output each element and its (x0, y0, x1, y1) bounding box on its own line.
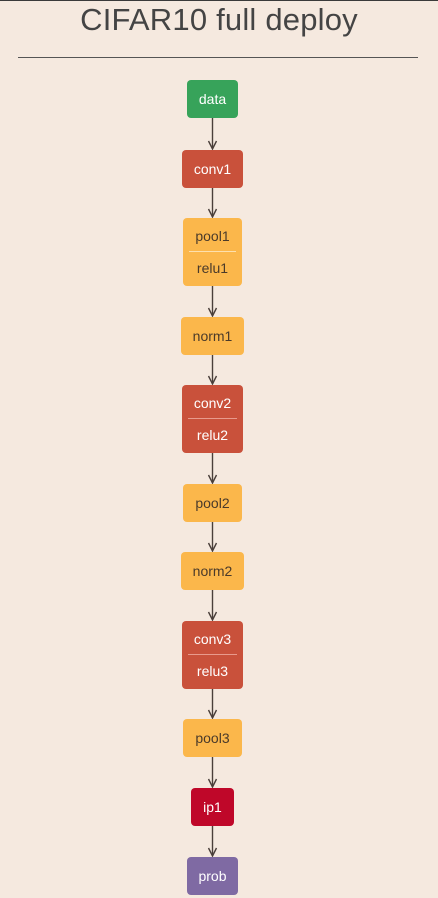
node-norm1: norm1 (181, 317, 244, 355)
node-separator (188, 418, 237, 419)
node-label: conv2 (193, 395, 232, 411)
node-label: relu2 (196, 427, 229, 443)
node-conv2: conv2 relu2 (182, 385, 243, 453)
node-label: norm1 (192, 328, 233, 344)
node-label: ip1 (203, 799, 222, 815)
node-label: conv1 (193, 161, 232, 177)
node-label: pool2 (195, 495, 230, 511)
node-pool2: pool2 (183, 484, 242, 522)
node-separator (188, 654, 237, 655)
node-pool3: pool3 (183, 719, 242, 757)
node-label: pool1 (195, 228, 230, 244)
node-prob: prob (187, 857, 238, 895)
node-ip1: ip1 (191, 788, 234, 826)
node-label: norm2 (192, 563, 233, 579)
node-label: conv3 (193, 631, 232, 647)
node-separator (188, 251, 237, 252)
node-data: data (187, 80, 238, 118)
node-label: relu3 (196, 663, 229, 679)
node-label: relu1 (196, 260, 229, 276)
node-conv1: conv1 (182, 150, 243, 188)
node-conv3: conv3 relu3 (182, 621, 243, 689)
node-norm2: norm2 (181, 552, 244, 590)
node-label: prob (198, 868, 227, 884)
node-label: pool3 (195, 730, 230, 746)
node-label: data (198, 91, 227, 107)
node-pool1: pool1 relu1 (183, 218, 242, 286)
